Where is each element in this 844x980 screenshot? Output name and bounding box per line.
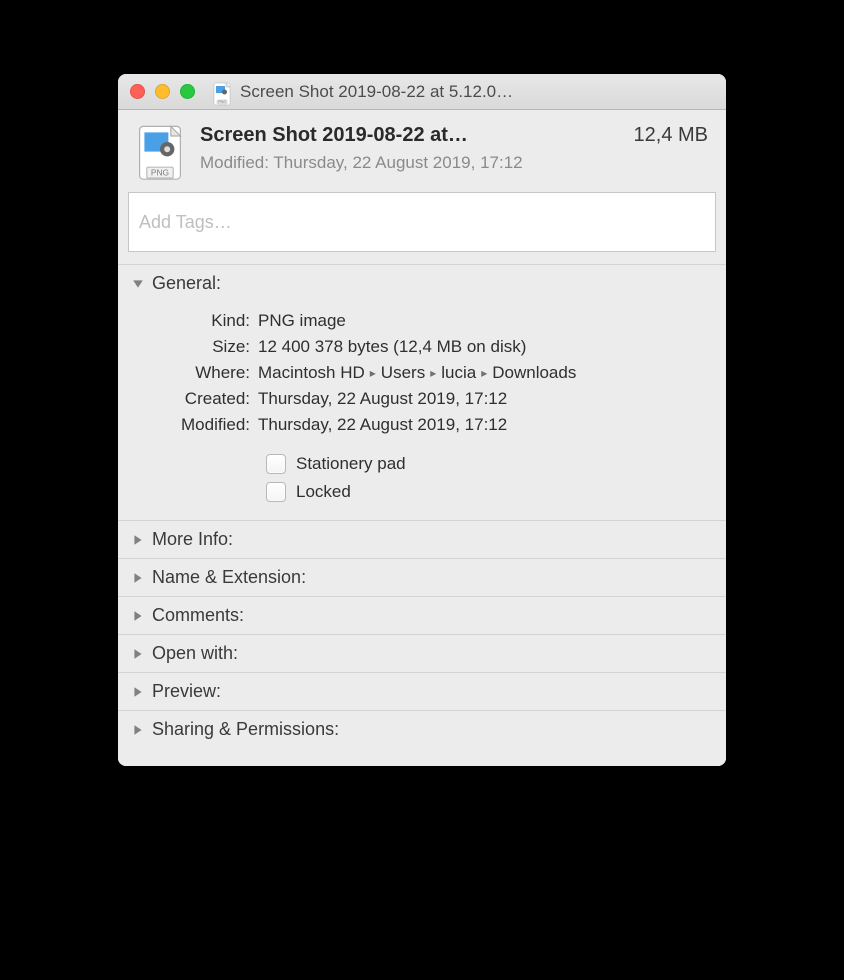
stationery-pad-row[interactable]: Stationery pad [266, 450, 716, 478]
section-title: More Info: [152, 529, 233, 550]
bottom-spacer [118, 748, 726, 766]
modified-value: Thursday, 22 August 2019, 17:12 [258, 415, 716, 435]
minimize-button[interactable] [155, 84, 170, 99]
file-size: 12,4 MB [634, 124, 708, 147]
locked-row[interactable]: Locked [266, 478, 716, 506]
path-segment: Macintosh HD [258, 363, 365, 382]
created-label: Created: [128, 389, 258, 409]
modified-label: Modified: [128, 415, 258, 435]
section-title: Comments: [152, 605, 244, 626]
section-header-name-extension[interactable]: Name & Extension: [118, 558, 726, 596]
traffic-lights [130, 84, 195, 99]
section-header-open-with[interactable]: Open with: [118, 634, 726, 672]
general-checkboxes: Stationery pad Locked [128, 450, 716, 506]
disclosure-triangle-icon [132, 686, 144, 698]
size-label: Size: [128, 337, 258, 357]
get-info-window: PNG Screen Shot 2019-08-22 at 5.12.0… PN… [118, 74, 726, 766]
path-separator-icon: ▸ [370, 366, 376, 380]
header: PNG Screen Shot 2019-08-22 at… 12,4 MB M… [118, 110, 726, 192]
path-segment: lucia [441, 363, 476, 382]
section-header-sharing-permissions[interactable]: Sharing & Permissions: [118, 710, 726, 748]
disclosure-triangle-icon [132, 648, 144, 660]
locked-label: Locked [296, 482, 351, 502]
title-area: PNG Screen Shot 2019-08-22 at 5.12.0… [212, 82, 714, 102]
size-value: 12 400 378 bytes (12,4 MB on disk) [258, 337, 716, 357]
modified-value: Thursday, 22 August 2019, 17:12 [273, 153, 522, 172]
modified-summary: Modified: Thursday, 22 August 2019, 17:1… [200, 153, 708, 173]
file-icon: PNG [136, 124, 184, 180]
tags-field-container [118, 192, 726, 264]
close-button[interactable] [130, 84, 145, 99]
section-header-comments[interactable]: Comments: [118, 596, 726, 634]
titlebar[interactable]: PNG Screen Shot 2019-08-22 at 5.12.0… [118, 74, 726, 110]
stationery-pad-label: Stationery pad [296, 454, 406, 474]
svg-text:PNG: PNG [218, 100, 226, 104]
window-title: Screen Shot 2019-08-22 at 5.12.0… [240, 82, 513, 102]
disclosure-triangle-icon [132, 724, 144, 736]
tags-input[interactable] [128, 192, 716, 252]
created-value: Thursday, 22 August 2019, 17:12 [258, 389, 716, 409]
section-title: Open with: [152, 643, 238, 664]
stationery-pad-checkbox[interactable] [266, 454, 286, 474]
section-title: Name & Extension: [152, 567, 306, 588]
path-separator-icon: ▸ [430, 366, 436, 380]
kind-label: Kind: [128, 311, 258, 331]
disclosure-triangle-icon [132, 572, 144, 584]
svg-text:PNG: PNG [151, 168, 169, 178]
modified-label: Modified: [200, 153, 269, 172]
file-name: Screen Shot 2019-08-22 at… [200, 124, 616, 147]
general-body: Kind: PNG image Size: 12 400 378 bytes (… [118, 302, 726, 520]
section-header-preview[interactable]: Preview: [118, 672, 726, 710]
locked-checkbox[interactable] [266, 482, 286, 502]
where-label: Where: [128, 363, 258, 383]
disclosure-triangle-icon [132, 610, 144, 622]
section-title: Sharing & Permissions: [152, 719, 339, 740]
path-segment: Users [381, 363, 425, 382]
section-header-more-info[interactable]: More Info: [118, 520, 726, 558]
disclosure-triangle-icon [132, 278, 144, 290]
path-separator-icon: ▸ [481, 366, 487, 380]
disclosure-triangle-icon [132, 534, 144, 546]
path-segment: Downloads [492, 363, 576, 382]
section-title: Preview: [152, 681, 221, 702]
kind-value: PNG image [258, 311, 716, 331]
where-value: Macintosh HD ▸ Users ▸ lucia ▸ Downloads [258, 363, 716, 383]
zoom-button[interactable] [180, 84, 195, 99]
file-proxy-icon: PNG [212, 82, 232, 102]
section-header-general[interactable]: General: [118, 264, 726, 302]
section-title: General: [152, 273, 221, 294]
